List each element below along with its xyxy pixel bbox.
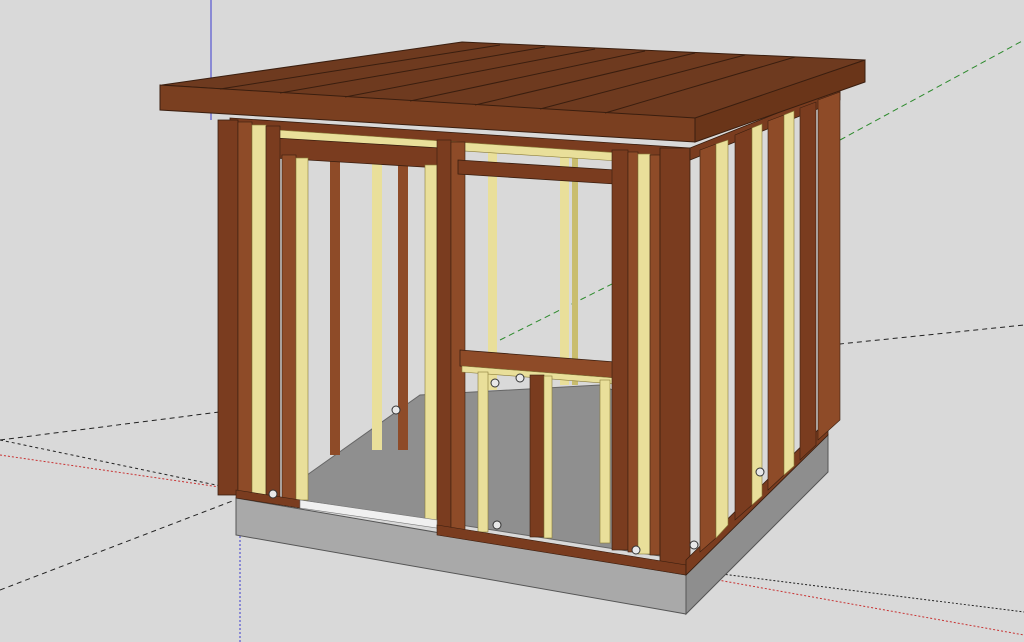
stud-yellow [251,124,267,498]
window-header [457,159,616,185]
back-stud [330,155,340,455]
right-stud [799,101,817,461]
anchor-bolt [755,467,765,477]
anchor-bolt [268,489,278,499]
back-stud [572,150,578,385]
green-axis [839,39,1024,141]
stud [649,154,661,556]
stud [436,139,452,529]
front-wall[interactable] [217,117,691,576]
cripple-stud [477,371,489,533]
back-stud [560,150,569,385]
door-jamb-right [424,164,438,526]
corner-stud [659,147,691,569]
right-stud [699,143,717,553]
right-stud-yellow [783,110,795,476]
anchor-bolt [391,405,401,415]
right-stud-yellow [715,139,729,539]
cripple-stud [599,379,611,544]
corner-stud [237,121,253,498]
black-axis-left2 [0,499,236,591]
black-axis-left3 [0,439,241,491]
door-jamb-left [281,154,297,501]
stud [611,149,629,551]
black-axis-right [829,324,1024,346]
stud-yellow [637,153,651,555]
right-corner-stud [817,91,841,441]
anchor-bolt [689,540,699,550]
anchor-bolt [515,373,525,383]
black-axis-right2 [689,569,1024,613]
model-viewport[interactable] [0,0,1024,642]
back-stud [372,160,382,450]
corner-stud [217,119,239,496]
right-stud [734,127,753,521]
anchor-bolt [631,545,641,555]
right-stud-yellow [751,123,763,506]
red-axis [0,454,241,491]
anchor-bolt [492,520,502,530]
cripple-stud [543,375,553,539]
stud [627,151,639,553]
red-axis-front [689,574,1024,636]
stud [450,141,466,531]
right-stud [767,114,785,491]
stud-yellow [295,157,309,501]
stud [265,125,281,500]
black-axis-left [0,409,236,441]
cripple-stud [529,374,545,538]
anchor-bolt [490,378,500,388]
3d-scene[interactable] [0,0,1024,642]
